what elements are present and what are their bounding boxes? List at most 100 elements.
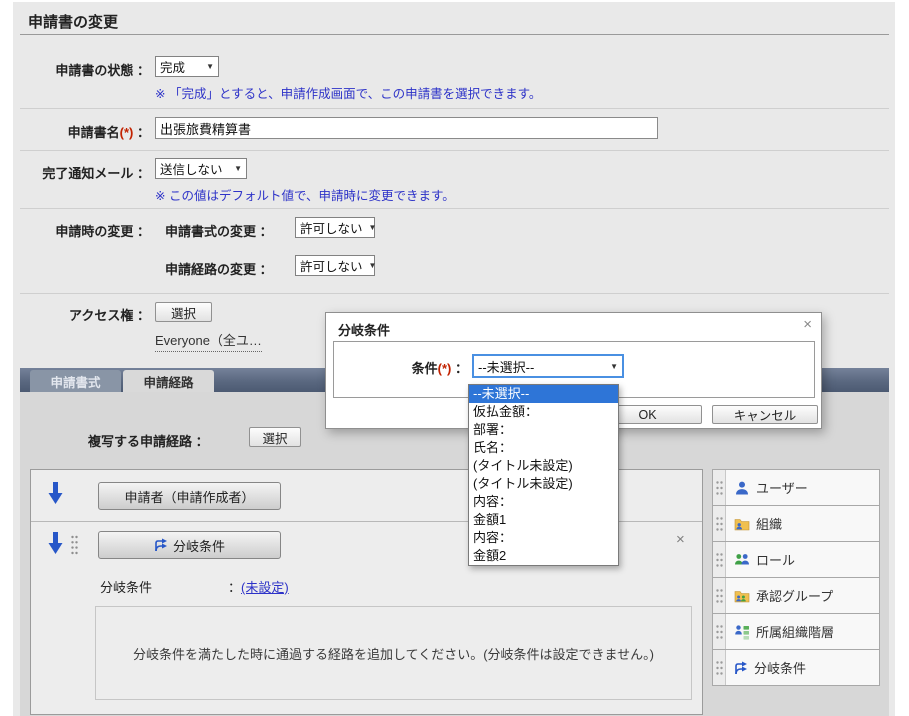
copy-route-label: 複写する申請経路 ： [88,431,209,450]
access-select-button[interactable]: 選択 [155,302,212,322]
branch-note-box: 分岐条件を満たした時に通過する経路を追加してください。(分岐条件は設定できません… [95,606,692,700]
palette-item-approval-group[interactable]: 承認グループ [712,577,880,614]
dropdown-option[interactable]: 内容： [469,493,618,511]
format-change-value: 許可しない [300,218,363,237]
format-change-label: 申請書式の変更 ： [165,221,273,240]
page-background: 申請書の変更 申請書の状態 ： 完成 ▼ ※ 「完成」とすると、申請作成画面で、… [13,2,895,716]
drag-dots-icon [715,480,724,496]
palette-item-branch-condition[interactable]: 分岐条件 [712,649,880,686]
dropdown-option[interactable]: (タイトル未設定) [469,475,618,493]
notify-select-value: 送信しない [160,159,223,178]
applicant-step-label: 申請者（申請作成者） [124,487,254,506]
organization-icon [734,516,750,532]
remove-step-icon[interactable]: × [676,532,685,547]
flow-down-arrow-icon [48,532,63,555]
status-note: ※ 「完成」とすると、申請作成画面で、この申請書を選択できます。 [155,83,541,102]
branch-condition-colon: ： [228,580,241,595]
name-label-colon: ： [133,125,150,140]
title-divider [20,34,889,35]
tab-application-format[interactable]: 申請書式 [30,370,121,392]
tab-application-route[interactable]: 申請経路 [123,370,214,392]
dropdown-option[interactable]: 金額2 [469,547,618,565]
form-name-input[interactable] [155,117,658,139]
applicant-step-box[interactable]: 申請者（申請作成者） [98,482,281,510]
branch-condition-link[interactable]: (未設定) [241,580,289,595]
row-divider [20,208,889,209]
condition-label-text: 条件 [412,361,438,376]
flow-down-arrow-icon [48,482,63,505]
status-select-value: 完成 [160,57,185,76]
status-select[interactable]: 完成 ▼ [155,56,219,77]
row-divider [20,293,889,294]
user-icon [734,480,750,496]
branch-condition-value: ：(未設定) [228,577,289,596]
palette-item-label: ユーザー [756,478,808,497]
drag-handle [713,614,726,649]
dropdown-option[interactable]: 内容： [469,529,618,547]
status-label: 申請書の状態 ： [15,60,150,79]
drag-handle [713,650,726,685]
row-divider [20,108,889,109]
palette-item-label: 組織 [756,514,782,533]
branch-icon [154,538,168,552]
condition-select-dropdown: --未選択-- 仮払金額： 部署： 氏名： (タイトル未設定) (タイトル未設定… [468,384,619,566]
drag-dots-icon [715,624,724,640]
dialog-close-icon[interactable]: × [803,317,812,332]
chevron-down-icon: ▼ [234,164,242,173]
required-mark: (*) [438,361,452,376]
org-hierarchy-icon [734,624,750,640]
drag-handle [713,506,726,541]
palette-item-label: 所属組織階層 [756,622,834,641]
access-label: アクセス権 ： [15,305,150,324]
required-mark: (*) [120,125,134,140]
drag-handle [713,578,726,613]
drag-handle[interactable] [70,534,79,556]
condition-select[interactable]: --未選択-- ▼ [472,354,624,378]
cancel-button[interactable]: キャンセル [712,405,818,424]
drag-dots-icon [715,660,724,676]
dropdown-option[interactable]: (タイトル未設定) [469,457,618,475]
route-change-label: 申請経路の変更 ： [165,259,273,278]
apply-change-label: 申請時の変更 ： [15,221,150,240]
drag-dots-icon [715,588,724,604]
dropdown-option[interactable]: 氏名： [469,439,618,457]
branch-step-box[interactable]: 分岐条件 [98,531,281,559]
drag-handle [713,542,726,577]
condition-label: 条件(*) ： [334,358,468,377]
palette-item-label: 分岐条件 [754,658,806,677]
chevron-down-icon: ▼ [369,261,377,270]
chevron-down-icon: ▼ [369,223,377,232]
dropdown-option[interactable]: 金額1 [469,511,618,529]
condition-label-colon: ： [451,361,468,376]
palette-item-user[interactable]: ユーザー [712,469,880,506]
notify-select[interactable]: 送信しない ▼ [155,158,247,179]
chevron-down-icon: ▼ [206,62,214,71]
access-value: Everyone（全ユ… [155,330,262,352]
route-change-value: 許可しない [300,256,363,275]
palette-item-label: ロール [756,550,795,569]
notify-note: ※ この値はデフォルト値で、申請時に変更できます。 [155,185,455,204]
palette-item-label: 承認グループ [756,586,833,605]
workflow-form-editor: 申請書の変更 申請書の状態 ： 完成 ▼ ※ 「完成」とすると、申請作成画面で、… [0,0,909,716]
name-label: 申請書名(*) ： [15,122,150,141]
palette-item-organization[interactable]: 組織 [712,505,880,542]
branch-step-label: 分岐条件 [173,536,225,555]
copy-route-select-button[interactable]: 選択 [249,427,301,447]
dropdown-option[interactable]: 部署： [469,421,618,439]
role-icon [734,552,750,568]
dropdown-option[interactable]: 仮払金額： [469,403,618,421]
dropdown-option[interactable]: --未選択-- [469,385,618,403]
format-change-select[interactable]: 許可しない ▼ [295,217,375,238]
notify-label: 完了通知メール ： [15,163,150,182]
route-change-select[interactable]: 許可しない ▼ [295,255,375,276]
branch-icon [734,661,748,675]
drag-handle [713,470,726,505]
palette-item-role[interactable]: ロール [712,541,880,578]
row-divider [20,150,889,151]
palette-item-org-hierarchy[interactable]: 所属組織階層 [712,613,880,650]
dialog-title: 分岐条件 [338,320,390,339]
name-label-text: 申請書名 [68,125,120,140]
approval-group-icon [734,588,750,604]
page-title: 申請書の変更 [28,11,118,32]
condition-select-value: --未選択-- [478,357,534,376]
